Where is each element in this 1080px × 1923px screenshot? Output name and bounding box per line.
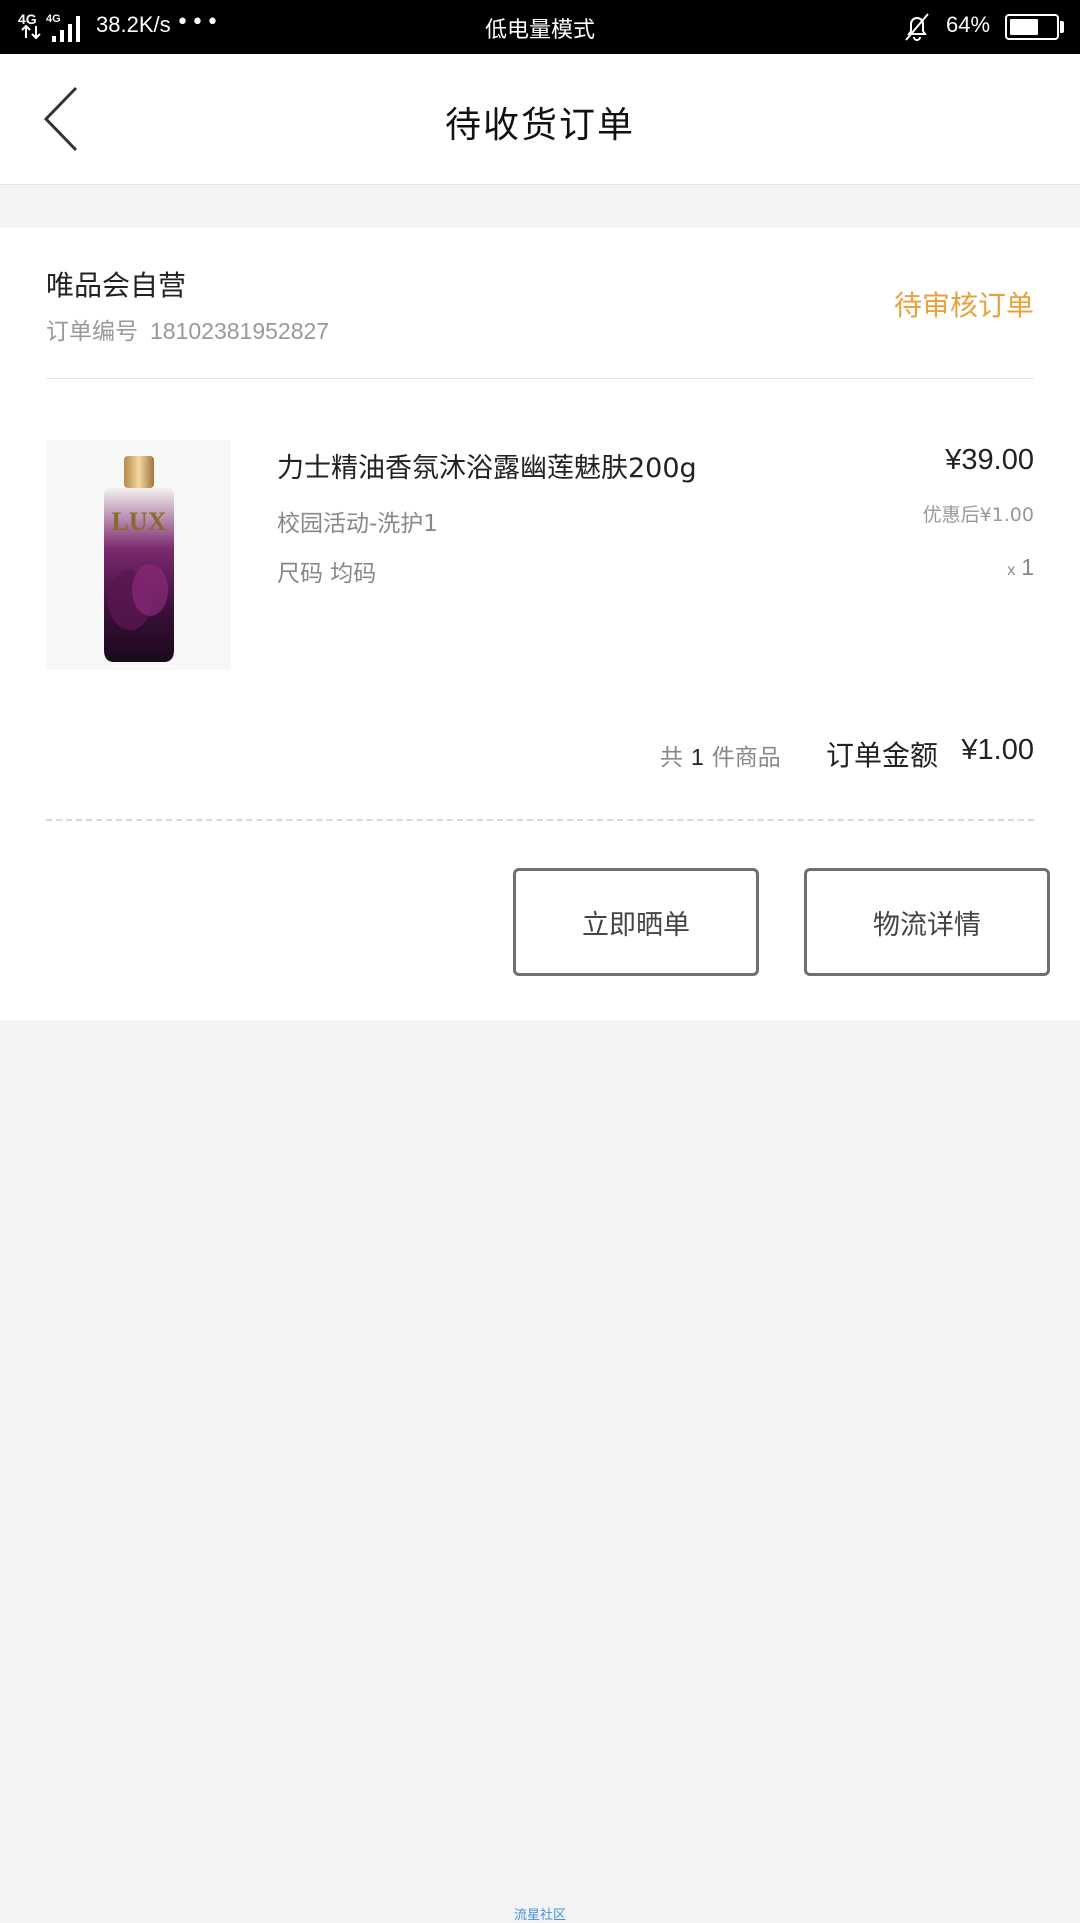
logistics-button[interactable]: 物流详情 <box>804 868 1050 976</box>
product-name[interactable]: 力士精油香氛沐浴露幽莲魅肤200g <box>277 446 697 485</box>
status-bar: 4G 4G 38.2K/s ••• 低电量模式 64% <box>0 0 1080 54</box>
order-card[interactable]: 唯品会自营 订单编号 18102381952827 待审核订单 LUX 力士精油… <box>0 228 1080 1020</box>
battery-level-fill <box>1010 19 1038 35</box>
header: 待收货订单 <box>0 54 1080 185</box>
footer-watermark: 流星社区 <box>513 1908 566 1923</box>
item-count-value: 1 <box>691 744 704 770</box>
product-image[interactable]: LUX <box>46 440 231 670</box>
item-count-prefix: 共 <box>660 745 683 771</box>
item-count-suffix: 件商品 <box>711 745 781 771</box>
quantity-value: 1 <box>1021 554 1034 580</box>
order-number-label: 订单编号 <box>46 319 138 345</box>
product-after-discount: 优惠后¥1.00 <box>922 504 1034 526</box>
product-price: ¥39.00 <box>945 444 1034 476</box>
shower-gel-bottle-icon: LUX <box>104 456 174 662</box>
bell-off-icon <box>905 13 929 41</box>
product-promo: 校园活动-洗护1 <box>277 511 438 537</box>
product-brand-text: LUX <box>112 507 167 536</box>
order-number-value: 18102381952827 <box>150 318 330 344</box>
quantity-prefix: x <box>1007 562 1016 579</box>
order-status: 待审核订单 <box>893 289 1034 322</box>
battery-icon <box>1005 14 1059 40</box>
product-size: 尺码 均码 <box>277 561 377 587</box>
battery-percent: 64% <box>946 12 991 37</box>
item-count: 共 1 件商品 <box>660 738 781 772</box>
order-total: ¥1.00 <box>961 734 1034 766</box>
store-name: 唯品会自营 <box>46 269 187 302</box>
dashed-divider <box>46 819 1034 821</box>
order-number: 订单编号 18102381952827 <box>46 312 329 346</box>
product-quantity: x1 <box>1007 554 1034 581</box>
battery-tip <box>1060 21 1064 33</box>
divider <box>46 378 1034 379</box>
review-button[interactable]: 立即晒单 <box>513 868 759 976</box>
page-title: 待收货订单 <box>444 105 635 146</box>
order-total-label: 订单金额 <box>826 739 939 772</box>
